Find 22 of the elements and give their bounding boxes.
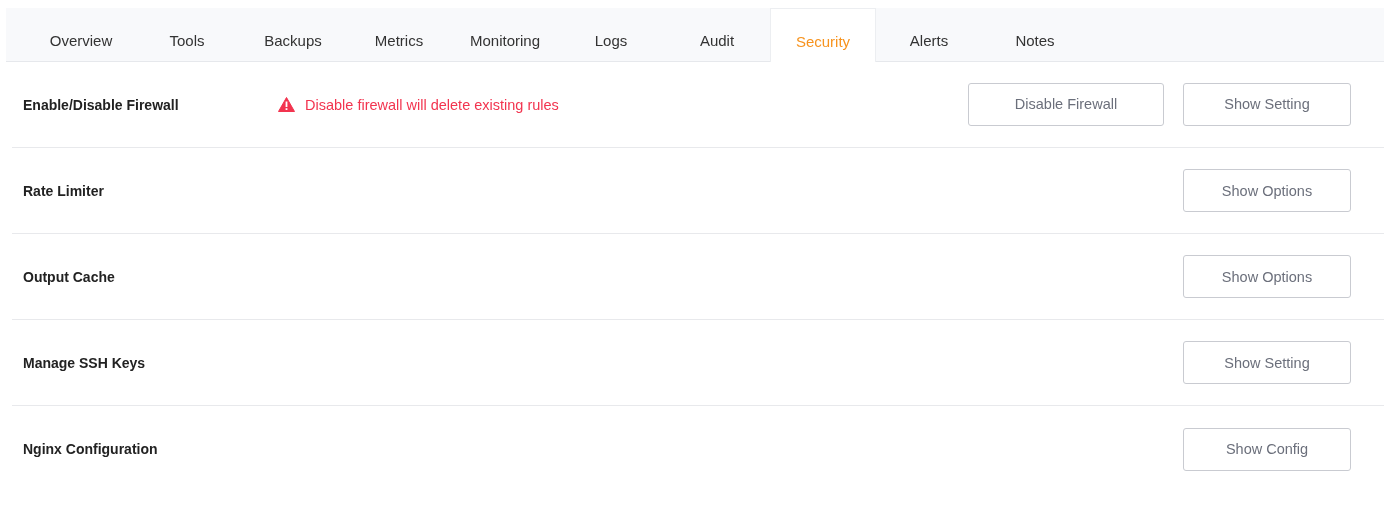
tab[interactable]: Monitoring — [452, 8, 558, 61]
warning-icon — [278, 97, 295, 112]
tab[interactable]: Logs — [558, 8, 664, 61]
tab[interactable]: Metrics — [346, 8, 452, 61]
action-button[interactable]: Show Setting — [1183, 341, 1351, 384]
setting-label: Rate Limiter — [23, 182, 105, 199]
tab[interactable]: Tools — [134, 8, 240, 61]
action-button[interactable]: Disable Firewall — [968, 82, 1164, 126]
action-button[interactable]: Show Options — [1183, 255, 1351, 298]
action-button[interactable]: Show Setting — [1183, 82, 1351, 126]
tab[interactable]: Backups — [240, 8, 346, 61]
setting-label: Enable/Disable Firewall — [23, 96, 180, 113]
tab[interactable]: Alerts — [876, 8, 982, 61]
setting-label: Nginx Configuration — [23, 441, 159, 457]
setting-label: Output Cache — [23, 268, 116, 285]
setting-label: Manage SSH Keys — [23, 354, 147, 371]
action-button[interactable]: Show Options — [1183, 169, 1351, 212]
action-button[interactable]: Show Config — [1183, 427, 1351, 471]
warning-message: Disable firewall will delete existing rules — [305, 96, 559, 113]
tab[interactable]: Audit — [664, 8, 770, 61]
tab[interactable]: Notes — [982, 8, 1088, 61]
tab[interactable]: Overview — [28, 8, 134, 61]
